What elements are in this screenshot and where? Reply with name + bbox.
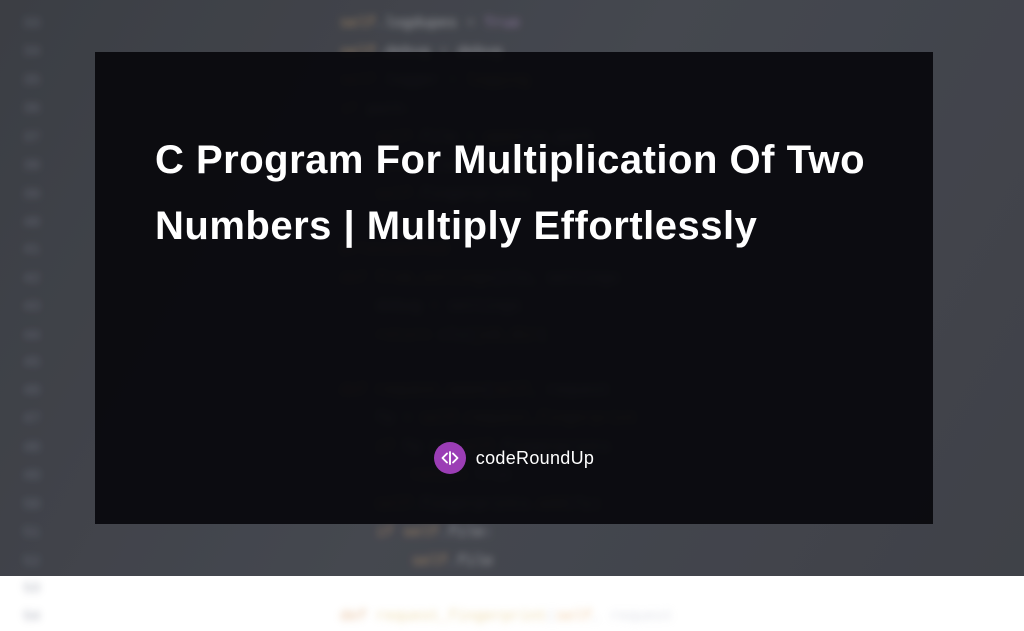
article-title: C Program For Multiplication Of Two Numb… [155, 127, 873, 442]
code-brackets-icon [434, 442, 466, 474]
brand-name: codeRoundUp [476, 448, 594, 469]
line-number: 53 [0, 576, 60, 603]
title-card: C Program For Multiplication Of Two Numb… [95, 52, 933, 524]
brand-container: codeRoundUp [155, 442, 873, 494]
line-number: 54 [0, 604, 60, 631]
